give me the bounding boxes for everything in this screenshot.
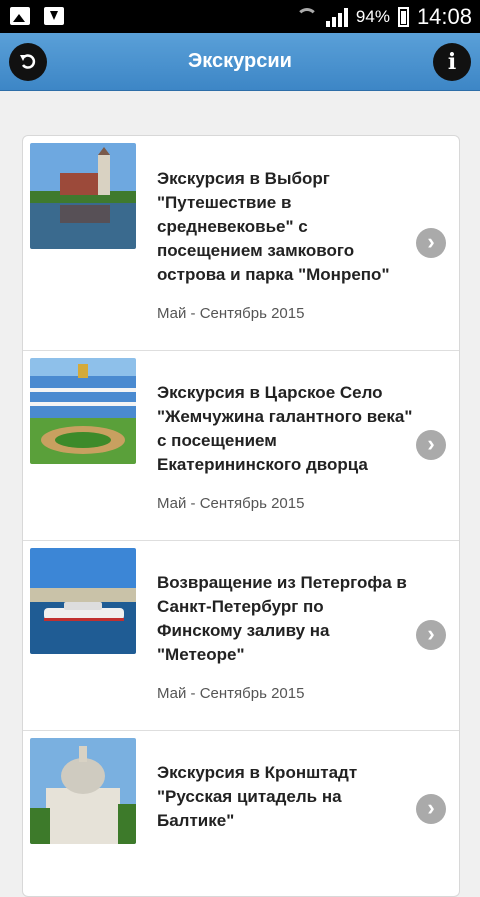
chevron-right-icon[interactable]: › — [416, 228, 446, 258]
excursion-item-vyborg[interactable]: Экскурсия в Выборг "Путешествие в средне… — [23, 136, 459, 351]
signal-icon — [325, 7, 348, 27]
info-button[interactable]: i — [433, 43, 471, 81]
battery-percent: 94% — [355, 7, 390, 26]
download-notification-icon — [44, 7, 64, 25]
chevron-right-icon[interactable]: › — [416, 620, 446, 650]
info-icon: i — [447, 49, 457, 75]
excursion-list: Экскурсия в Выборг "Путешествие в средне… — [22, 135, 460, 897]
excursion-title: Возвращение из Петергофа в Санкт-Петербу… — [157, 573, 407, 664]
excursion-item-peterhof[interactable]: Возвращение из Петергофа в Санкт-Петербу… — [23, 540, 459, 731]
excursion-date: Май - Сентябрь 2015 — [157, 305, 305, 322]
status-time: 14:08 — [416, 4, 472, 29]
excursion-title: Экскурсия в Царское Село "Жемчужина гала… — [157, 383, 413, 474]
excursion-date: Май - Сентябрь 2015 — [157, 685, 305, 702]
excursion-thumbnail-tsarskoe-selo — [30, 358, 136, 464]
chevron-right-icon[interactable]: › — [416, 794, 446, 824]
app-header: Экскурсии i — [0, 33, 480, 91]
page-title: Экскурсии — [188, 50, 292, 72]
excursion-item-kronstadt[interactable]: Экскурсия в Кронштадт "Русская цитадель … — [23, 730, 459, 896]
image-notification-icon — [10, 7, 30, 25]
excursion-date: Май - Сентябрь 2015 — [157, 495, 305, 512]
battery-icon — [397, 7, 409, 27]
excursion-item-tsarskoe-selo[interactable]: Экскурсия в Царское Село "Жемчужина гала… — [23, 350, 459, 541]
status-bar: 94% 14:08 — [0, 0, 480, 33]
excursion-title: Экскурсия в Кронштадт "Русская цитадель … — [157, 763, 358, 830]
excursion-thumbnail-peterhof — [30, 548, 136, 654]
excursion-thumbnail-kronstadt — [30, 738, 136, 844]
wifi-icon — [295, 8, 318, 26]
excursion-thumbnail-vyborg — [30, 143, 136, 249]
excursion-title: Экскурсия в Выборг "Путешествие в средне… — [157, 169, 390, 284]
chevron-right-icon[interactable]: › — [416, 430, 446, 460]
